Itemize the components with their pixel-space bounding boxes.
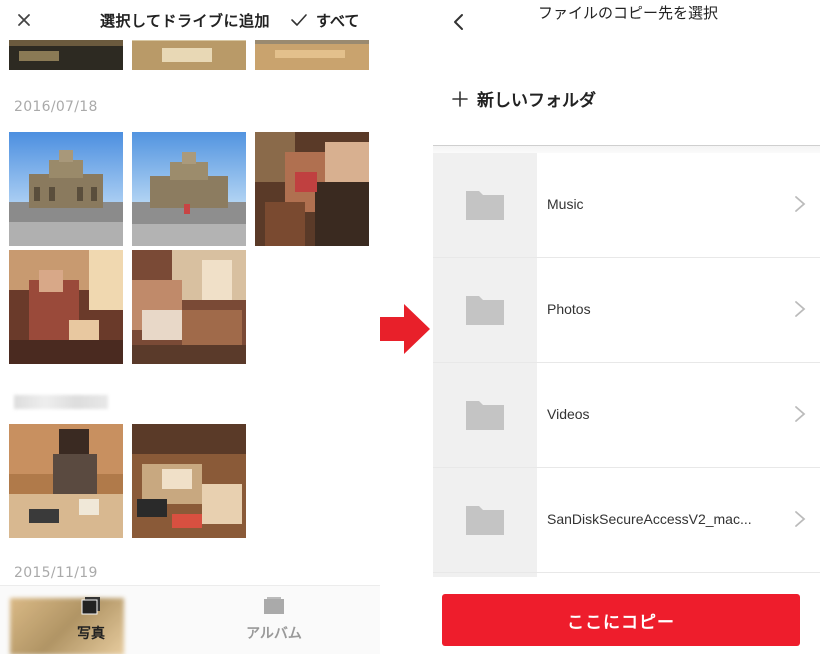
section-date-obscured xyxy=(14,395,108,409)
folder-thumbnail xyxy=(433,468,537,572)
folder-icon xyxy=(466,191,504,220)
close-icon[interactable] xyxy=(12,8,36,32)
picker-header: 選択してドライブに追加 すべて xyxy=(0,0,380,40)
folder-name: SanDiskSecureAccessV2_mac... xyxy=(547,511,752,527)
section-date: 2015/11/19 xyxy=(14,565,98,581)
photo-thumbnail[interactable] xyxy=(9,132,123,246)
tab-albums[interactable]: アルバム xyxy=(224,596,324,646)
section-date: 2016/07/18 xyxy=(14,99,98,115)
folder-item[interactable]: SanDiskSecureAccessV2_mac... xyxy=(433,468,820,573)
photo-thumbnail[interactable] xyxy=(9,424,123,538)
new-folder-label: 新しいフォルダ xyxy=(477,91,596,111)
folder-name: Photos xyxy=(547,301,591,317)
select-all-button[interactable]: すべて xyxy=(290,8,359,32)
picker-title: 選択してドライブに追加 xyxy=(100,12,271,30)
folder-name: Videos xyxy=(547,406,590,422)
bottom-tab-bar: 写真 アルバム xyxy=(0,585,380,654)
folder-thumbnail xyxy=(433,258,537,362)
folder-item[interactable]: Videos xyxy=(433,363,820,468)
folder-item[interactable]: Photos xyxy=(433,258,820,363)
photo-thumbnail[interactable] xyxy=(132,424,246,538)
folder-icon xyxy=(466,506,504,535)
tab-albums-label: アルバム xyxy=(246,626,302,642)
chevron-right-icon xyxy=(795,301,806,317)
plus-icon xyxy=(452,90,468,107)
folder-thumbnail xyxy=(433,363,537,467)
photo-thumbnail[interactable] xyxy=(255,132,369,246)
folder-item[interactable]: Music xyxy=(433,153,820,258)
folder-icon xyxy=(466,401,504,430)
back-icon[interactable] xyxy=(447,10,471,34)
chevron-right-icon xyxy=(795,406,806,422)
new-folder-button[interactable]: 新しいフォルダ xyxy=(451,86,596,111)
tab-photos-label: 写真 xyxy=(77,626,105,642)
folder-name: Music xyxy=(547,196,584,212)
check-icon xyxy=(291,14,307,26)
select-all-label: すべて xyxy=(316,11,360,30)
photo-thumbnail[interactable] xyxy=(9,250,123,364)
copy-here-button[interactable]: ここにコピー xyxy=(442,594,800,646)
photo-thumbnail[interactable] xyxy=(132,250,246,364)
photo-thumbnail[interactable] xyxy=(132,132,246,246)
tab-photos[interactable]: 写真 xyxy=(41,596,141,646)
chevron-right-icon xyxy=(795,196,806,212)
copy-destination-screen: ファイルのコピー先を選択 新しいフォルダ Music Photos Videos… xyxy=(433,0,820,654)
album-tab-icon xyxy=(264,597,284,614)
bottom-action-bar: ここにコピー xyxy=(433,577,820,654)
photos-tab-icon xyxy=(81,597,100,615)
chevron-right-icon xyxy=(795,511,806,527)
folder-thumbnail xyxy=(433,153,537,257)
folder-icon xyxy=(466,296,504,325)
red-arrow-icon xyxy=(380,304,430,354)
divider xyxy=(433,145,820,153)
photo-picker-screen: 選択してドライブに追加 すべて 2016/07/18 2015/11/19 写真… xyxy=(0,0,380,654)
page-title: ファイルのコピー先を選択 xyxy=(537,4,718,22)
